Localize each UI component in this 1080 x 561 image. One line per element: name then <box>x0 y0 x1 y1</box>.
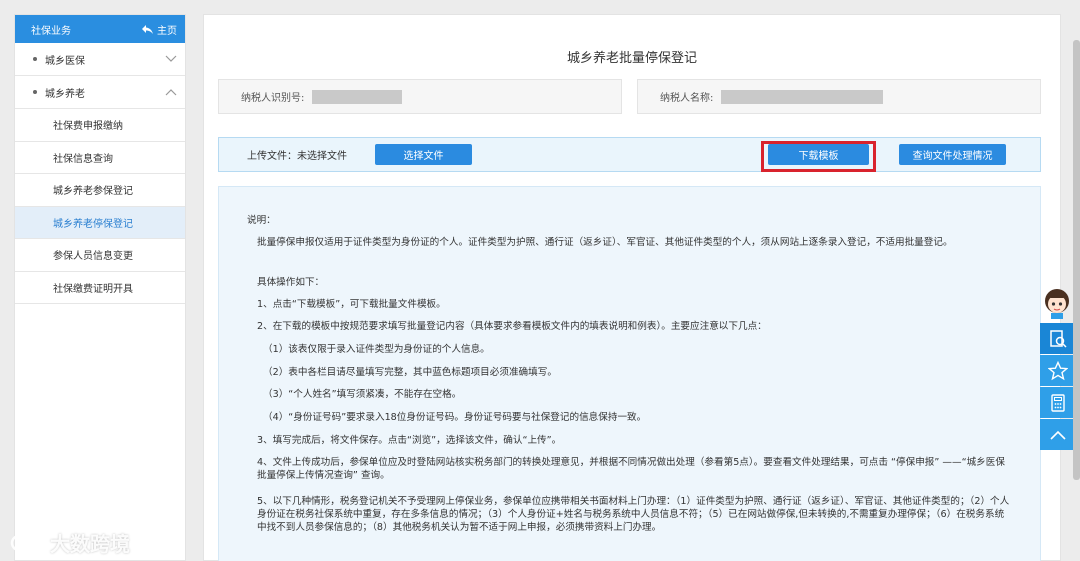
instruction-line: 具体操作如下： <box>257 277 325 288</box>
sidebar: 社保业务 主页 城乡医保 城乡养老 社保费申报缴纳 社保信息查询 城乡养老参保登… <box>14 14 186 561</box>
instruction-line: （4）“身份证号码”要求录入18位身份证号码。身份证号码要与社保登记的信息保持一… <box>263 412 647 423</box>
assistant-avatar-icon[interactable] <box>1040 285 1074 319</box>
instructions-panel: 说明： 批量停保申报仅适用于证件类型为身份证的个人。证件类型为护照、通行证（返乡… <box>218 186 1041 561</box>
home-link-label: 主页 <box>157 25 177 37</box>
sidebar-group-medical[interactable]: 城乡医保 <box>15 43 185 76</box>
sidebar-item-payment-proof[interactable]: 社保缴费证明开具 <box>15 272 185 304</box>
watermark-text: 大数跨境 <box>50 532 130 556</box>
sidebar-item-label: 社保缴费证明开具 <box>53 283 133 295</box>
download-template-button[interactable]: 下载模板 <box>768 144 869 165</box>
document-search-icon <box>1050 329 1067 348</box>
upload-bar: 上传文件：未选择文件 选择文件 下载模板 查询文件处理情况 <box>218 137 1041 172</box>
instruction-line: （2）表中各栏目请尽量填写完整，其中蓝色标题项目必须准确填写。 <box>263 367 557 378</box>
sidebar-item-label: 社保费申报缴纳 <box>53 121 123 133</box>
taxpayer-id-box: 纳税人识别号: <box>218 79 622 114</box>
instruction-line: 4、文件上传成功后，参保单位应及时登陆网站核实税务部门的转换处理意见，并根据不同… <box>257 457 1005 481</box>
consult-button[interactable] <box>1040 323 1076 354</box>
page-title: 城乡养老批量停保登记 <box>566 51 697 66</box>
taxpayer-id-label: 纳税人识别号: <box>241 93 305 104</box>
sidebar-item-fee-declaration[interactable]: 社保费申报缴纳 <box>15 109 185 142</box>
instruction-line: 5、以下几种情形，税务登记机关不予受理网上停保业务，参保单位应携带相关书面材料上… <box>257 496 1010 533</box>
watermark: 大数跨境 <box>10 528 130 557</box>
sidebar-item-label: 城乡养老停保登记 <box>53 218 133 230</box>
instruction-line: 1、点击“下载模板”，可下载批量文件模板。 <box>257 299 446 310</box>
float-toolbar <box>1040 323 1076 451</box>
instruction-line: 3、填写完成后，将文件保存。点击“浏览”，选择该文件，确认“上传”。 <box>257 435 562 446</box>
back-arrow-icon <box>142 24 153 34</box>
home-link[interactable]: 主页 <box>142 22 177 37</box>
sidebar-title: 社保业务 <box>31 25 71 37</box>
star-icon <box>1048 360 1068 380</box>
sidebar-item-member-change[interactable]: 参保人员信息变更 <box>15 239 185 272</box>
calculator-icon <box>1051 393 1065 412</box>
bullet-icon <box>33 57 37 61</box>
sidebar-item-label: 社保信息查询 <box>53 153 113 165</box>
instruction-line: 批量停保申报仅适用于证件类型为身份证的个人。证件类型为护照、通行证（返乡证）、军… <box>257 237 953 248</box>
calculator-button[interactable] <box>1040 387 1076 418</box>
sidebar-group-pension[interactable]: 城乡养老 <box>15 76 185 109</box>
bullet-icon <box>33 90 37 94</box>
instruction-line: 2、在下载的模板中按规范要求填写批量登记内容（具体要求参看模板文件内的填表说明和… <box>257 321 767 332</box>
taxpayer-id-value <box>312 89 403 104</box>
watermark-logo-icon <box>10 534 44 551</box>
scrollbar[interactable] <box>1073 40 1080 480</box>
upload-file-label: 上传文件：未选择文件 <box>247 151 347 162</box>
sidebar-item-label: 城乡养老参保登记 <box>53 186 133 198</box>
taxpayer-name-label: 纳税人名称: <box>660 93 714 104</box>
favorite-button[interactable] <box>1040 355 1076 386</box>
chevron-up-icon <box>1050 430 1066 440</box>
sidebar-group-label: 城乡养老 <box>45 88 85 100</box>
scroll-top-button[interactable] <box>1040 419 1076 450</box>
sidebar-item-info-query[interactable]: 社保信息查询 <box>15 142 185 174</box>
instructions-heading: 说明： <box>247 215 276 226</box>
chevron-down-icon <box>165 55 177 62</box>
instruction-line: （3）“个人姓名”填写须紧凑，不能存在空格。 <box>263 389 462 400</box>
taxpayer-name-box: 纳税人名称: <box>637 79 1041 114</box>
sidebar-header: 社保业务 主页 <box>15 15 185 43</box>
sidebar-item-label: 参保人员信息变更 <box>53 251 133 263</box>
instruction-line: （1）该表仅限于录入证件类型为身份证的个人信息。 <box>263 344 490 355</box>
taxpayer-name-value <box>721 89 884 104</box>
sidebar-group-label: 城乡医保 <box>45 55 85 67</box>
query-file-status-button[interactable]: 查询文件处理情况 <box>899 144 1006 165</box>
choose-file-button[interactable]: 选择文件 <box>375 144 472 165</box>
main-panel: 城乡养老批量停保登记 纳税人识别号: 纳税人名称: 上传文件：未选择文件 选择文… <box>203 14 1061 561</box>
sidebar-item-pension-stop[interactable]: 城乡养老停保登记 <box>15 206 185 239</box>
sidebar-item-pension-enroll[interactable]: 城乡养老参保登记 <box>15 174 185 207</box>
chevron-up-icon <box>165 89 177 96</box>
